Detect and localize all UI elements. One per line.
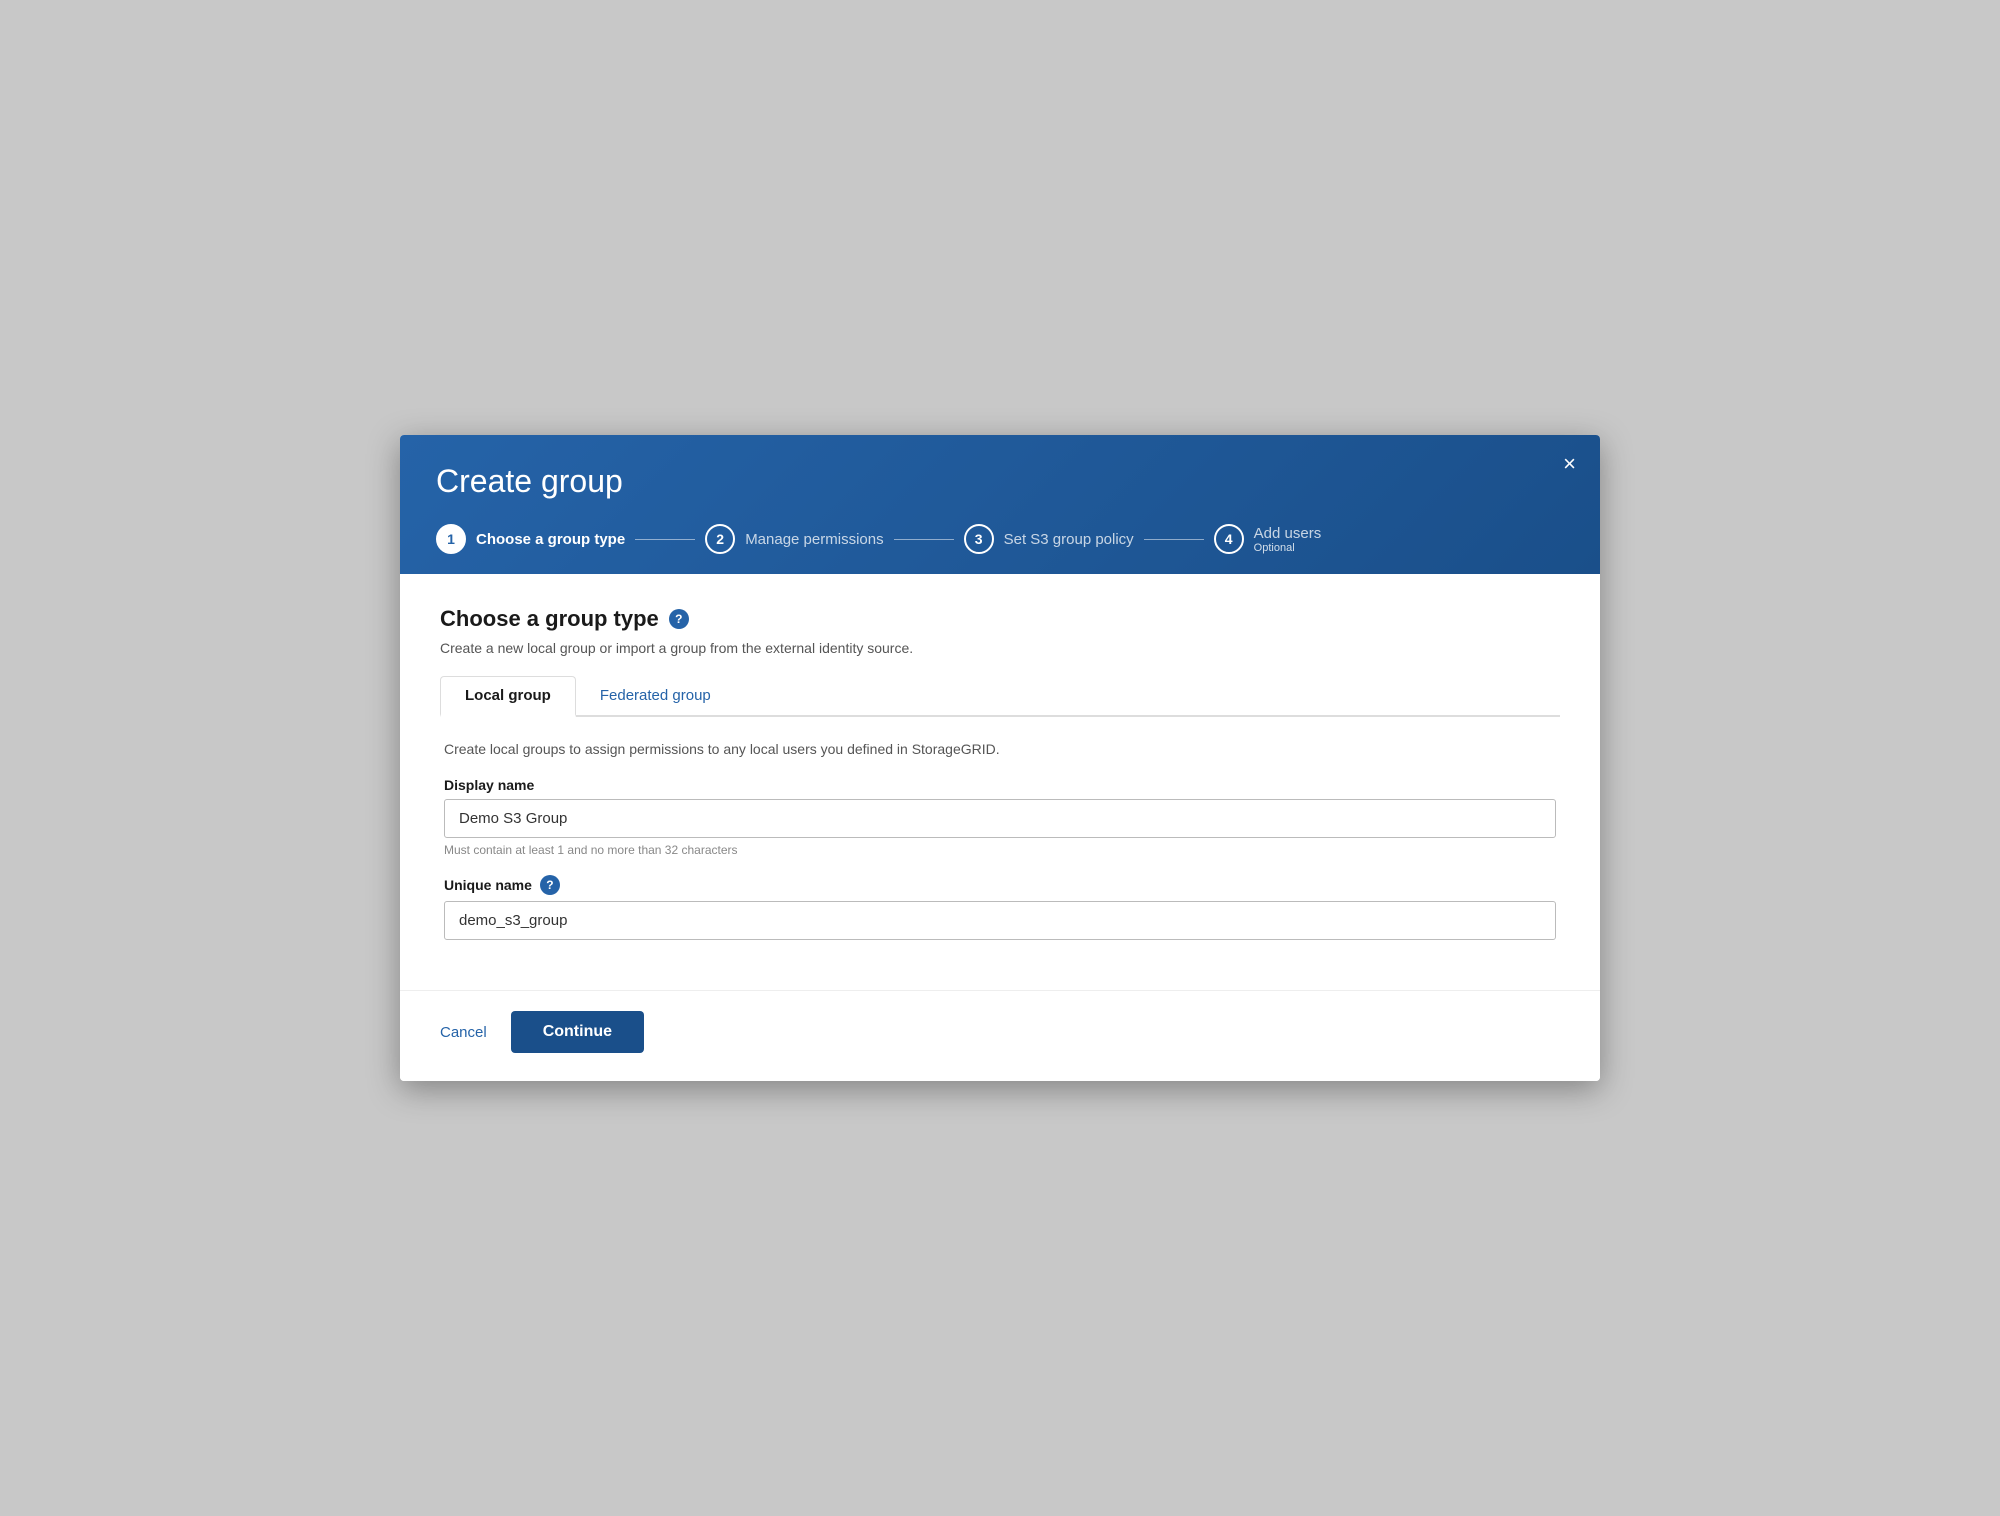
display-name-label: Display name [444, 777, 1556, 793]
step-1-circle: 1 [436, 524, 466, 554]
step-1: 1 Choose a group type [436, 524, 625, 554]
unique-name-input[interactable] [444, 901, 1556, 940]
display-name-hint: Must contain at least 1 and no more than… [444, 843, 1556, 857]
step-3-circle: 3 [964, 524, 994, 554]
modal-title: Create group [436, 463, 1564, 500]
step-separator-2 [894, 539, 954, 540]
unique-name-field-group: Unique name ? [444, 875, 1556, 940]
local-group-description: Create local groups to assign permission… [444, 741, 1556, 757]
modal-body: Choose a group type ? Create a new local… [400, 574, 1600, 990]
display-name-field-group: Display name Must contain at least 1 and… [444, 777, 1556, 857]
step-separator-1 [635, 539, 695, 540]
unique-name-label: Unique name ? [444, 875, 1556, 895]
step-3-label: Set S3 group policy [1004, 531, 1134, 548]
step-4: 4 Add users Optional [1214, 524, 1322, 554]
display-name-input[interactable] [444, 799, 1556, 838]
step-4-sublabel: Optional [1254, 542, 1322, 554]
step-4-label-block: Add users Optional [1254, 525, 1322, 554]
section-help-icon[interactable]: ? [669, 609, 689, 629]
step-4-label: Add users [1254, 525, 1322, 542]
step-1-label: Choose a group type [476, 531, 625, 548]
tab-federated-group[interactable]: Federated group [576, 676, 735, 717]
step-4-circle: 4 [1214, 524, 1244, 554]
tab-local-group[interactable]: Local group [440, 676, 576, 717]
step-2-circle: 2 [705, 524, 735, 554]
steps-bar: 1 Choose a group type 2 Manage permissio… [436, 524, 1564, 554]
create-group-modal: × Create group 1 Choose a group type 2 M… [400, 435, 1600, 1081]
tabs-bar: Local group Federated group [440, 676, 1560, 717]
unique-name-help-icon[interactable]: ? [540, 875, 560, 895]
step-2-label: Manage permissions [745, 531, 883, 548]
modal-footer: Cancel Continue [400, 990, 1600, 1081]
section-heading: Choose a group type [440, 606, 659, 632]
modal-header: × Create group 1 Choose a group type 2 M… [400, 435, 1600, 574]
section-description: Create a new local group or import a gro… [440, 640, 1560, 656]
tab-local-content: Create local groups to assign permission… [440, 741, 1560, 940]
close-button[interactable]: × [1563, 453, 1576, 475]
step-2: 2 Manage permissions [705, 524, 883, 554]
section-title-row: Choose a group type ? [440, 606, 1560, 632]
step-separator-3 [1144, 539, 1204, 540]
step-3: 3 Set S3 group policy [964, 524, 1134, 554]
cancel-button[interactable]: Cancel [440, 1024, 487, 1041]
continue-button[interactable]: Continue [511, 1011, 644, 1053]
